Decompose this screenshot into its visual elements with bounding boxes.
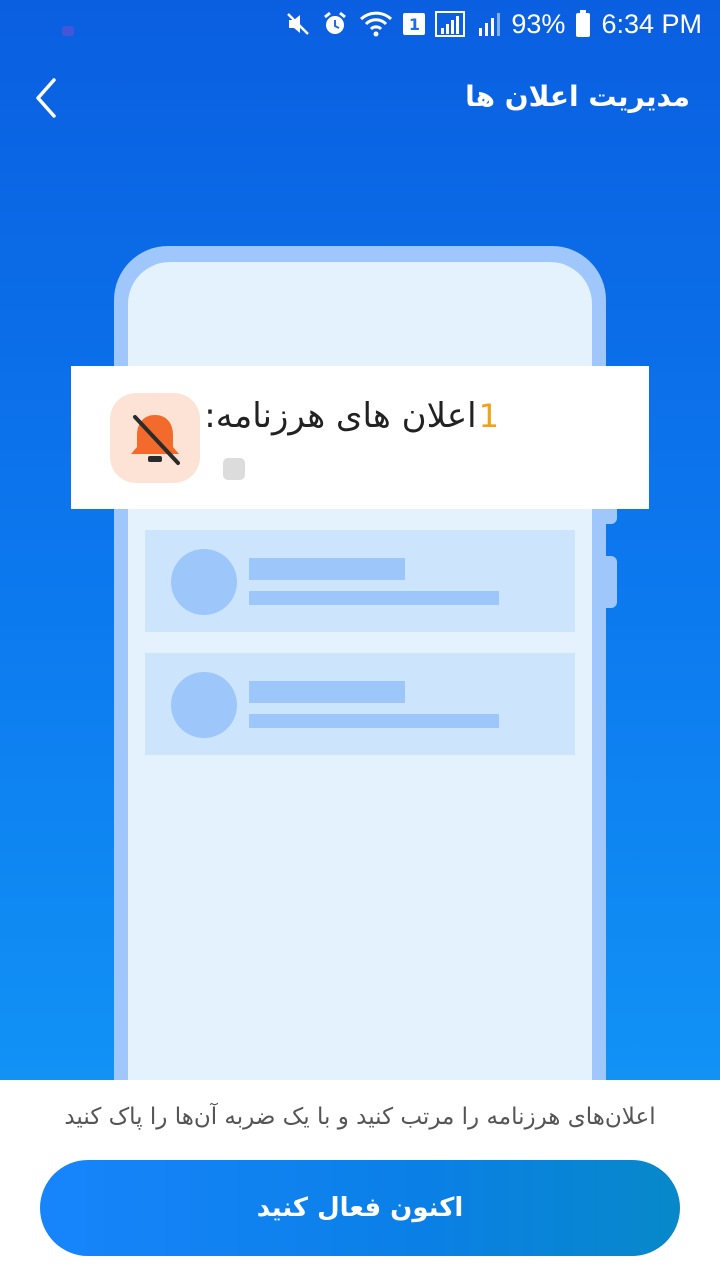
placeholder-avatar (171, 672, 237, 738)
placeholder-list-item (145, 530, 575, 632)
alarm-icon (321, 10, 349, 38)
placeholder-line (249, 681, 405, 703)
wifi-icon (359, 10, 393, 38)
placeholder-line (249, 714, 499, 728)
notification-dot-icon (62, 26, 74, 36)
notification-count: 1 (478, 397, 499, 435)
status-bar: 1 93% 6:34 PM (0, 0, 720, 50)
signal-icon (435, 10, 466, 38)
placeholder-avatar (171, 549, 237, 615)
phone-side-button (603, 556, 617, 608)
notification-title-text: اعلان های هرزنامه: (204, 396, 477, 436)
battery-percent: 93% (511, 8, 566, 39)
signal-icon (475, 10, 501, 38)
mute-icon (285, 11, 311, 37)
page-title: مدیریت اعلان ها (465, 80, 690, 113)
chevron-left-icon (36, 78, 56, 118)
spam-notification-card: 1 اعلان های هرزنامه: (71, 366, 649, 509)
sim-badge: 1 (403, 13, 426, 35)
notification-title: 1 اعلان های هرزنامه: (204, 396, 499, 436)
battery-icon (575, 10, 591, 38)
placeholder-square (223, 458, 245, 480)
enable-now-button[interactable]: اکنون فعال کنید (40, 1160, 680, 1256)
placeholder-line (249, 558, 405, 580)
bell-off-icon (110, 393, 200, 483)
clock: 6:34 PM (601, 8, 702, 39)
feature-description: اعلان‌های هرزنامه را مرتب کنید و با یک ض… (64, 1104, 656, 1130)
back-button[interactable] (26, 76, 70, 120)
placeholder-list-item (145, 653, 575, 755)
placeholder-line (249, 591, 499, 605)
